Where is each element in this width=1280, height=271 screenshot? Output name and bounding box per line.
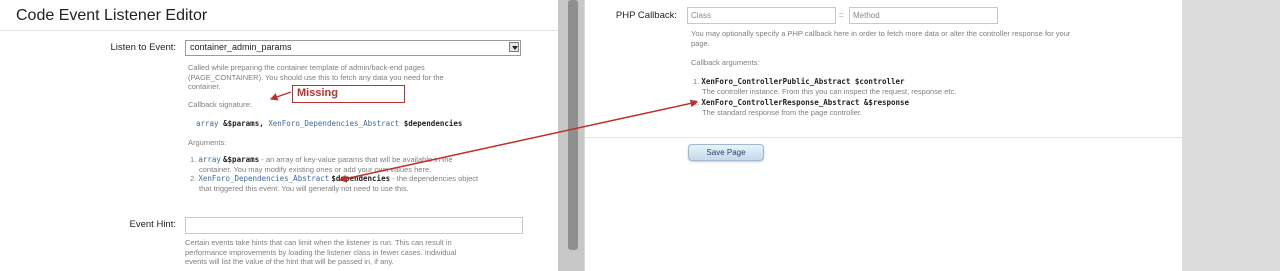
hint-line: You may optionally specify a PHP callbac… — [691, 29, 1071, 38]
arg-type: XenForo_Dependencies_Abstract — [198, 174, 330, 183]
chevron-down-icon[interactable] — [509, 42, 519, 52]
save-page-button[interactable]: Save Page — [688, 144, 764, 161]
arg-param: $dependencies — [331, 174, 391, 183]
callback-separator: :: — [839, 10, 844, 19]
hint-line: page. — [691, 38, 710, 48]
sig-param: $dependencies — [403, 119, 463, 128]
arg-desc: The controller instance. From this you c… — [702, 86, 957, 96]
scrollbar[interactable] — [558, 0, 584, 271]
event-hint-input[interactable] — [185, 217, 523, 234]
title-divider — [0, 30, 558, 31]
php-callback-hint: You may optionally specify a PHP callbac… — [691, 29, 1070, 48]
arg-signature: XenForo_ControllerResponse_Abstract &$re… — [701, 98, 910, 107]
code-event-listener-panel: Code Event Listener Editor Listen to Eve… — [0, 0, 559, 271]
arg-number: 1. — [190, 155, 197, 164]
hint-line: events will list the value of the hint t… — [185, 257, 394, 266]
arg-desc: - an array of key-value params that will… — [259, 155, 453, 164]
background-margin — [1182, 0, 1280, 271]
sig-type: array — [196, 119, 219, 128]
hint-line: performance improvements by loading the … — [185, 247, 457, 257]
argument-item: 2. XenForo_Dependencies_Abstract $depend… — [190, 174, 478, 193]
arg-desc: - the dependencies object — [390, 174, 479, 183]
arguments-list: 1. array &$params - an array of key-valu… — [190, 155, 478, 193]
listen-event-value: container_admin_params — [190, 42, 292, 52]
argument-item: 1. array &$params - an array of key-valu… — [190, 155, 478, 174]
arg-type: array — [198, 155, 221, 164]
callback-signature-label: Callback signature: — [188, 100, 252, 109]
page-title: Code Event Listener Editor — [16, 7, 208, 24]
sig-param: &$params, — [223, 119, 264, 128]
hint-line: Called while preparing the container tem… — [188, 63, 425, 72]
arg-desc: that triggered this event. You will gene… — [199, 183, 409, 193]
listen-event-select[interactable]: container_admin_params — [185, 40, 521, 56]
arg-param: &$params — [223, 155, 260, 164]
arg-desc: container. You may modify existing ones … — [199, 164, 432, 174]
listen-event-label: Listen to Event: — [110, 42, 176, 53]
callback-arguments-list: 1. XenForo_ControllerPublic_Abstract $co… — [693, 77, 956, 117]
hint-line: Certain events take hints that can limit… — [185, 238, 452, 247]
callback-signature: array &$params, XenForo_Dependencies_Abs… — [196, 119, 462, 128]
sig-type: XenForo_Dependencies_Abstract — [268, 119, 400, 128]
callback-arguments-label: Callback arguments: — [691, 58, 760, 67]
arg-signature: XenForo_ControllerPublic_Abstract $contr… — [701, 77, 905, 86]
callback-argument-item: 2. XenForo_ControllerResponse_Abstract &… — [693, 98, 956, 117]
event-hint-label: Event Hint: — [129, 219, 176, 230]
arg-number: 2. — [190, 174, 197, 183]
form-divider — [585, 137, 1183, 138]
hint-line: (PAGE_CONTAINER). You should use this to… — [188, 72, 444, 82]
scrollbar-thumb[interactable] — [568, 0, 578, 250]
method-input[interactable]: Method — [849, 7, 998, 24]
event-hint-help: Certain events take hints that can limit… — [185, 238, 456, 267]
missing-annotation: Missing — [292, 85, 405, 103]
page-editor-panel: PHP Callback: Class :: Method You may op… — [584, 0, 1184, 271]
callback-argument-item: 1. XenForo_ControllerPublic_Abstract $co… — [693, 77, 956, 96]
arguments-label: Arguments: — [188, 138, 227, 147]
class-input[interactable]: Class — [687, 7, 836, 24]
php-callback-label: PHP Callback: — [615, 10, 677, 21]
arg-number: 1. — [693, 77, 700, 86]
arg-number: 2. — [693, 98, 700, 107]
arg-desc: The standard response from the page cont… — [702, 107, 863, 117]
